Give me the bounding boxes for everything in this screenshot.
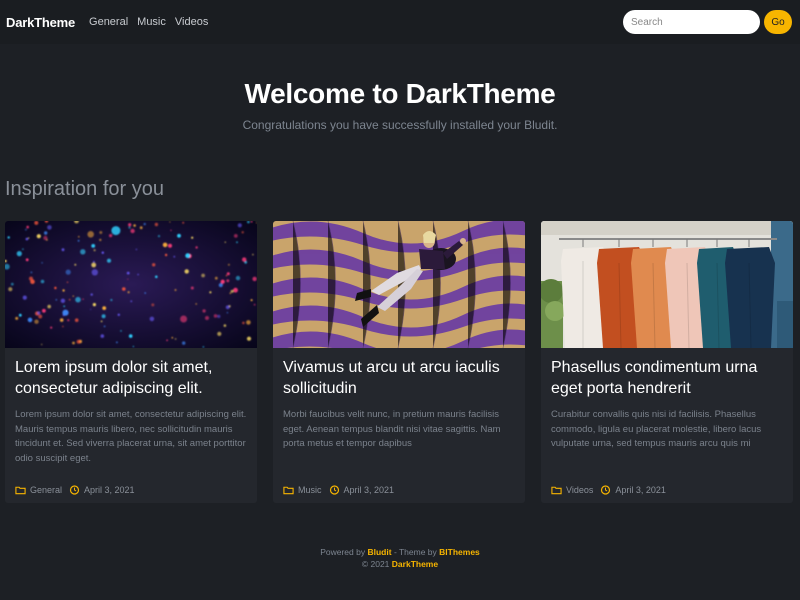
- footer: Powered by Bludit - Theme by BIThemes © …: [0, 546, 800, 570]
- nav-link-general[interactable]: General: [89, 16, 128, 28]
- clock-icon: [601, 485, 611, 495]
- section-title: Inspiration for you: [5, 178, 164, 200]
- post-card[interactable]: Vivamus ut arcu ut arcu iaculis sollicit…: [273, 221, 525, 503]
- folder-icon: [283, 486, 294, 495]
- woman-on-purple-floor-image[interactable]: [273, 221, 525, 348]
- card-title[interactable]: Phasellus condimentum urna eget porta he…: [551, 357, 783, 399]
- bithemes-link[interactable]: BIThemes: [439, 547, 480, 557]
- hero-subtitle: Congratulations you have successfully in…: [242, 118, 558, 132]
- folder-icon: [551, 486, 562, 495]
- clothes-rack-image[interactable]: [541, 221, 793, 348]
- card-category[interactable]: Videos: [566, 485, 593, 495]
- card-category[interactable]: General: [30, 485, 62, 495]
- nav-link-music[interactable]: Music: [137, 16, 166, 28]
- bludit-link[interactable]: Bludit: [367, 547, 391, 557]
- navbar: DarkTheme General Music Videos Go: [0, 0, 800, 44]
- card-meta: Music April 3, 2021: [283, 485, 394, 495]
- bokeh-lights-image[interactable]: [5, 221, 257, 348]
- footer-copyright: © 2021 DarkTheme: [0, 558, 800, 570]
- card-excerpt: Lorem ipsum dolor sit amet, consectetur …: [15, 409, 247, 464]
- card-excerpt: Curabitur convallis quis nisi id facilis…: [551, 409, 762, 449]
- card-excerpt: Morbi faucibus velit nunc, in pretium ma…: [283, 409, 501, 449]
- go-button[interactable]: Go: [764, 10, 792, 34]
- card-category[interactable]: Music: [298, 485, 322, 495]
- card-date: April 3, 2021: [615, 485, 666, 495]
- clock-icon: [69, 485, 80, 495]
- nav-link-videos[interactable]: Videos: [175, 16, 208, 28]
- post-card[interactable]: Phasellus condimentum urna eget porta he…: [541, 221, 793, 503]
- clock-icon: [329, 485, 339, 495]
- footer-theme-by: - Theme by: [393, 547, 437, 557]
- footer-site-link[interactable]: DarkTheme: [392, 559, 438, 569]
- hero: Welcome to DarkTheme Congratulations you…: [0, 78, 800, 132]
- folder-icon: [15, 486, 26, 495]
- card-meta: Videos April 3, 2021: [551, 485, 666, 495]
- card-title[interactable]: Vivamus ut arcu ut arcu iaculis sollicit…: [283, 357, 515, 399]
- hero-title: Welcome to DarkTheme: [244, 78, 556, 109]
- footer-copyright-year: © 2021: [361, 559, 390, 569]
- card-title[interactable]: Lorem ipsum dolor sit amet, consectetur …: [15, 357, 247, 399]
- footer-powered-by: Powered by: [320, 547, 366, 557]
- footer-credits: Powered by Bludit - Theme by BIThemes: [0, 546, 800, 558]
- card-list: Lorem ipsum dolor sit amet, consectetur …: [5, 221, 793, 503]
- card-date: April 3, 2021: [343, 485, 395, 495]
- search-input[interactable]: [623, 10, 760, 34]
- card-date: April 3, 2021: [84, 485, 135, 495]
- search-form: Go: [623, 10, 792, 34]
- site-brand[interactable]: DarkTheme: [6, 15, 75, 30]
- card-meta: General April 3, 2021: [15, 485, 135, 495]
- post-card[interactable]: Lorem ipsum dolor sit amet, consectetur …: [5, 221, 257, 503]
